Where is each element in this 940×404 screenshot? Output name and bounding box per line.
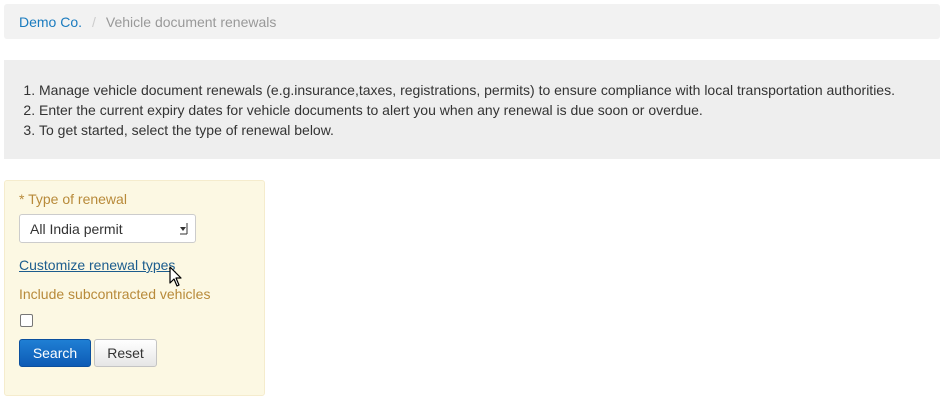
reset-button[interactable]: Reset: [94, 339, 157, 367]
breadcrumb-separator: /: [92, 13, 96, 30]
type-of-renewal-label-text: Type of renewal: [28, 191, 127, 207]
type-of-renewal-label: * Type of renewal: [19, 191, 127, 207]
instruction-item: To get started, select the type of renew…: [39, 120, 925, 140]
include-subcontracted-checkbox[interactable]: [20, 314, 33, 327]
renewal-type-selected-value: All India permit: [30, 220, 123, 237]
search-button[interactable]: Search: [19, 339, 91, 367]
instructions-box: Manage vehicle document renewals (e.g.in…: [4, 60, 940, 159]
breadcrumb: Demo Co. / Vehicle document renewals: [4, 4, 940, 39]
required-marker: *: [19, 191, 25, 207]
instruction-item: Enter the current expiry dates for vehic…: [39, 100, 925, 120]
instruction-item: Manage vehicle document renewals (e.g.in…: [39, 80, 925, 100]
include-subcontracted-label: Include subcontracted vehicles: [19, 286, 211, 302]
dropdown-arrow-icon: [180, 223, 188, 235]
instructions-list: Manage vehicle document renewals (e.g.in…: [19, 80, 925, 140]
breadcrumb-current: Vehicle document renewals: [105, 13, 277, 30]
mouse-pointer-icon: [169, 266, 182, 287]
breadcrumb-home-link[interactable]: Demo Co.: [19, 14, 82, 30]
renewal-filter-panel: * Type of renewal All India permit Custo…: [4, 180, 265, 396]
renewal-type-select[interactable]: All India permit: [19, 214, 196, 243]
customize-renewal-types-link[interactable]: Customize renewal types: [19, 257, 175, 273]
